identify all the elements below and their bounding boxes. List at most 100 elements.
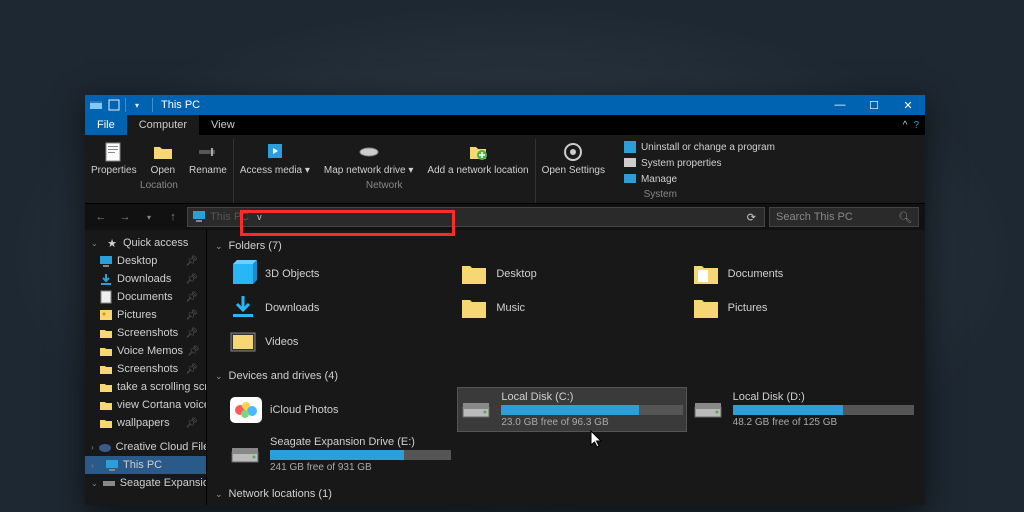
- navigation-pane[interactable]: ⌄ ★ Quick access Desktop📌︎Downloads📌︎Doc…: [85, 230, 207, 505]
- sidebar-item-view-cortana-voice[interactable]: view Cortana voice📌︎: [85, 396, 206, 414]
- navigation-bar: ← → ▾ ↑ This PC v ⟳ Search This PC 🔍︎: [85, 204, 925, 230]
- capacity-bar: [733, 405, 914, 415]
- forward-button[interactable]: →: [115, 207, 135, 227]
- folder-icon: [99, 398, 113, 412]
- close-button[interactable]: ✕: [891, 95, 925, 115]
- cloud-icon: [98, 440, 112, 454]
- sidebar-quick-access[interactable]: ⌄ ★ Quick access: [85, 234, 206, 252]
- sidebar-item-downloads[interactable]: Downloads📌︎: [85, 270, 206, 288]
- folder-desktop[interactable]: Desktop: [458, 258, 685, 290]
- sidebar-item-desktop[interactable]: Desktop📌︎: [85, 252, 206, 270]
- search-placeholder: Search This PC: [776, 211, 853, 223]
- drive-local-disk-c-[interactable]: Local Disk (C:)23.0 GB free of 96.3 GB: [458, 388, 685, 431]
- sidebar-item-voice-memos[interactable]: Voice Memos📌︎: [85, 342, 206, 360]
- up-button[interactable]: ↑: [163, 207, 183, 227]
- star-icon: ★: [105, 236, 119, 250]
- refresh-button[interactable]: ⟳: [743, 211, 760, 224]
- drive-icon: [102, 476, 116, 490]
- drive-icon: [230, 397, 262, 423]
- chevron-down-icon: ⌄: [215, 371, 223, 382]
- address-dropdown-icon[interactable]: v: [253, 212, 266, 222]
- pc-icon: [192, 209, 206, 226]
- folder-downloads[interactable]: Downloads: [227, 292, 454, 324]
- folder-icon: [229, 328, 257, 356]
- ribbon-group-system: Open Settings Uninstall or change a prog…: [536, 139, 785, 203]
- drive-local-disk-d-[interactable]: Local Disk (D:)48.2 GB free of 125 GB: [690, 388, 917, 431]
- recent-locations-button[interactable]: ▾: [139, 207, 159, 227]
- rename-button[interactable]: Rename: [183, 139, 233, 178]
- ribbon-collapse-icon[interactable]: ^: [903, 120, 908, 131]
- section-folders[interactable]: ⌄ Folders (7): [215, 236, 917, 256]
- folder-icon: [229, 294, 257, 322]
- downloads-icon: [99, 272, 113, 286]
- tab-computer[interactable]: Computer: [127, 115, 199, 135]
- folder-icon: [99, 416, 113, 430]
- drive-icon: [230, 442, 262, 468]
- address-bar[interactable]: This PC v ⟳: [187, 207, 765, 227]
- qat-divider: [125, 98, 126, 112]
- pin-icon: 📌︎: [185, 274, 202, 285]
- ribbon-group-location: Properties Open Rename Location: [85, 139, 234, 203]
- ribbon: Properties Open Rename Location Access m…: [85, 135, 925, 204]
- system-properties-button[interactable]: System properties: [617, 155, 728, 171]
- back-button[interactable]: ←: [91, 207, 111, 227]
- access-media-button[interactable]: Access media ▾: [234, 139, 316, 178]
- folder-icon: [99, 344, 113, 358]
- chevron-down-icon: ⌄: [215, 489, 223, 500]
- pin-icon: 📌︎: [187, 346, 204, 357]
- sidebar-seagate[interactable]: ⌄ Seagate Expansion Dr: [85, 474, 206, 492]
- folder-pictures[interactable]: Pictures: [690, 292, 917, 324]
- pictures-icon: [99, 308, 113, 322]
- section-drives[interactable]: ⌄ Devices and drives (4): [215, 366, 917, 386]
- tab-view[interactable]: View: [199, 115, 247, 135]
- sidebar-item-documents[interactable]: Documents📌︎: [85, 288, 206, 306]
- drive-seagate-expansion-drive-e-[interactable]: Seagate Expansion Drive (E:)241 GB free …: [227, 433, 454, 476]
- drive-icloud-photos[interactable]: iCloud Photos: [227, 388, 454, 431]
- open-settings-button[interactable]: Open Settings: [536, 139, 611, 178]
- minimize-button[interactable]: —: [823, 95, 857, 115]
- add-network-location-button[interactable]: Add a network location: [421, 139, 534, 178]
- folder-icon: [99, 326, 113, 340]
- properties-button[interactable]: Properties: [85, 139, 143, 178]
- pin-icon: 📌︎: [185, 328, 202, 339]
- desktop-icon: [99, 254, 113, 268]
- folder-3d-objects[interactable]: 3D Objects: [227, 258, 454, 290]
- folder-documents[interactable]: Documents: [690, 258, 917, 290]
- chevron-down-icon: ⌄: [215, 241, 223, 252]
- sidebar-this-pc[interactable]: › This PC: [85, 456, 206, 474]
- sidebar-item-screenshots[interactable]: Screenshots📌︎: [85, 360, 206, 378]
- help-icon[interactable]: ?: [913, 120, 919, 131]
- pin-icon: 📌︎: [185, 292, 202, 303]
- folder-music[interactable]: Music: [458, 292, 685, 324]
- folder-icon: [99, 362, 113, 376]
- sidebar-item-screenshots[interactable]: Screenshots📌︎: [85, 324, 206, 342]
- folder-icon: [99, 380, 113, 394]
- map-drive-button[interactable]: Map network drive ▾: [318, 139, 420, 178]
- sidebar-creative-cloud[interactable]: › Creative Cloud Files: [85, 438, 206, 456]
- sidebar-item-pictures[interactable]: Pictures📌︎: [85, 306, 206, 324]
- ribbon-tabs: File Computer View ^ ?: [85, 115, 925, 135]
- qat-properties-icon[interactable]: [107, 98, 121, 112]
- pin-icon: 📌︎: [185, 310, 202, 321]
- qat-dropdown-icon[interactable]: ▾: [130, 98, 144, 112]
- uninstall-program-button[interactable]: Uninstall or change a program: [617, 139, 781, 155]
- address-text: This PC: [210, 211, 249, 223]
- search-input[interactable]: Search This PC 🔍︎: [769, 207, 919, 227]
- sidebar-item-take-a-scrolling-scre[interactable]: take a scrolling scre📌︎: [85, 378, 206, 396]
- tab-file[interactable]: File: [85, 115, 127, 135]
- open-button[interactable]: Open: [145, 139, 181, 178]
- section-network-locations[interactable]: ⌄ Network locations (1): [215, 484, 917, 504]
- maximize-button[interactable]: ☐: [857, 95, 891, 115]
- title-bar[interactable]: ▾ This PC — ☐ ✕: [85, 95, 925, 115]
- pin-icon: 📌︎: [185, 256, 202, 267]
- pin-icon: 📌︎: [185, 364, 202, 375]
- sidebar-item-wallpapers[interactable]: wallpapers📌︎: [85, 414, 206, 432]
- content-pane[interactable]: ⌄ Folders (7) 3D ObjectsDesktopDocuments…: [207, 230, 925, 505]
- window-title: This PC: [157, 99, 200, 111]
- manage-button[interactable]: Manage: [617, 171, 683, 187]
- documents-icon: [99, 290, 113, 304]
- folder-videos[interactable]: Videos: [227, 326, 454, 358]
- search-icon: 🔍︎: [898, 211, 912, 224]
- folder-icon: [229, 260, 257, 288]
- explorer-icon: [89, 98, 103, 112]
